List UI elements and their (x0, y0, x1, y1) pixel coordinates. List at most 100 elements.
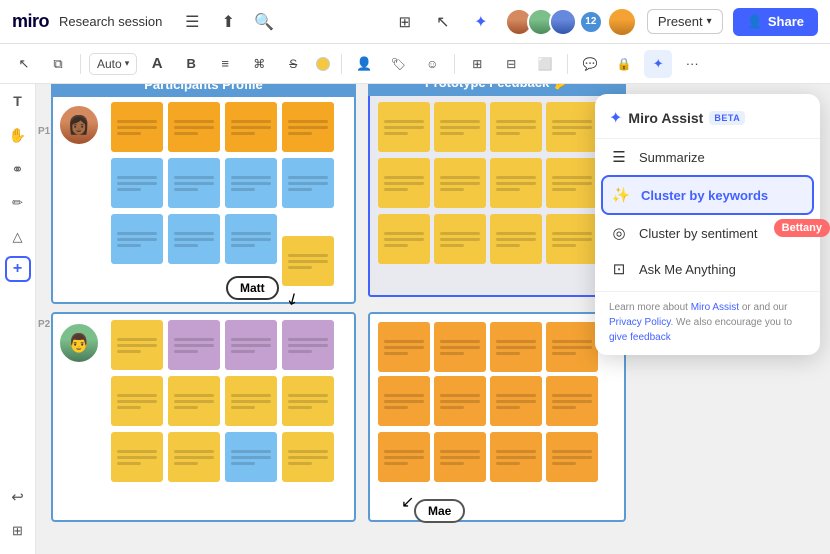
sticky-note[interactable] (490, 322, 542, 372)
sticky-note[interactable] (225, 102, 277, 152)
sticky-note[interactable] (378, 102, 430, 152)
give-feedback-link[interactable]: give feedback (609, 332, 671, 343)
sticky-note[interactable] (282, 320, 334, 370)
ask-icon: ⊡ (609, 260, 629, 278)
p2-avatar: 👨 (58, 322, 100, 364)
sticky-note[interactable] (546, 214, 598, 264)
emoji-button[interactable]: ☺ (418, 50, 446, 78)
text-tool[interactable]: T (3, 86, 33, 116)
tag-button[interactable]: 🏷 (384, 50, 412, 78)
sticky-note[interactable] (378, 322, 430, 372)
bold-button[interactable]: B (177, 50, 205, 78)
cluster-sentiment-item[interactable]: ◎ Cluster by sentiment Bettany (595, 215, 820, 251)
sticky-note[interactable] (168, 432, 220, 482)
sticky-note[interactable] (434, 432, 486, 482)
summarize-item[interactable]: ☰ Summarize (595, 139, 820, 175)
connect-tool[interactable]: ⚭ (3, 154, 33, 184)
table-button[interactable]: ⊞ (463, 50, 491, 78)
divider-1 (80, 54, 81, 74)
assist-logo-icon: ✦ (609, 108, 622, 128)
sticky-note[interactable] (490, 158, 542, 208)
assist-button[interactable]: ✦ (644, 50, 672, 78)
search-icon[interactable]: 🔍 (250, 8, 278, 36)
strikethrough-button[interactable]: S (279, 50, 307, 78)
miro-assist-link[interactable]: Miro Assist (691, 302, 739, 313)
color-picker[interactable] (313, 54, 333, 74)
undo-tool[interactable]: ↩ (3, 482, 33, 512)
sticky-note[interactable] (546, 376, 598, 426)
sticky-note[interactable] (282, 432, 334, 482)
sticky-note[interactable] (282, 102, 334, 152)
sticky-note[interactable] (111, 320, 163, 370)
sticky-note[interactable] (546, 432, 598, 482)
upload-icon[interactable]: ⬆ (214, 8, 242, 36)
navbar-right: ⊞ ↖ ✦ 12 Present ▾ 👤 Share (391, 7, 818, 37)
grid-tool[interactable]: ⊞ (3, 516, 33, 546)
sticky-note[interactable] (282, 376, 334, 426)
sticky-note[interactable] (490, 214, 542, 264)
sticky-note[interactable] (490, 102, 542, 152)
sticky-note[interactable] (111, 432, 163, 482)
grid-view-icon[interactable]: ⊞ (391, 8, 419, 36)
sticky-note[interactable] (490, 376, 542, 426)
sticky-note[interactable] (168, 376, 220, 426)
person-button[interactable]: 👤 (350, 50, 378, 78)
hand-tool[interactable]: ✋ (3, 120, 33, 150)
sticky-note[interactable] (282, 236, 334, 286)
sticky-note[interactable] (546, 102, 598, 152)
font-size-dropdown[interactable]: Auto ▾ (89, 53, 137, 75)
sticky-note[interactable] (225, 158, 277, 208)
sticky-note[interactable] (546, 158, 598, 208)
sticky-note[interactable] (225, 376, 277, 426)
sticky-note[interactable] (111, 102, 163, 152)
sticky-note[interactable] (378, 432, 430, 482)
sticky-note[interactable] (225, 214, 277, 264)
frame-button[interactable]: ⬜ (531, 50, 559, 78)
link-button[interactable]: ⌘ (245, 50, 273, 78)
sticky-note[interactable] (546, 322, 598, 372)
sticky-note[interactable] (225, 432, 277, 482)
grid-button[interactable]: ⊟ (497, 50, 525, 78)
sticky-note[interactable] (168, 320, 220, 370)
sticky-note[interactable] (378, 158, 430, 208)
sticky-note[interactable] (111, 214, 163, 264)
lock-button[interactable]: 🔒 (610, 50, 638, 78)
sticky-note[interactable] (168, 158, 220, 208)
sticky-note[interactable] (282, 158, 334, 208)
cursor-icon[interactable]: ↖ (429, 8, 457, 36)
sticky-note[interactable] (225, 320, 277, 370)
speech-button[interactable]: 💬 (576, 50, 604, 78)
shape-tool[interactable]: △ (3, 222, 33, 252)
present-button[interactable]: Present ▾ (647, 9, 723, 34)
sticky-note[interactable] (434, 158, 486, 208)
align-button[interactable]: ≡ (211, 50, 239, 78)
menu-icon[interactable]: ☰ (178, 8, 206, 36)
sticky-note[interactable] (378, 214, 430, 264)
sticky-note[interactable] (490, 432, 542, 482)
add-tool[interactable]: + (5, 256, 31, 282)
assist-header: ✦ Miro Assist BETA (595, 108, 820, 139)
sticky-note[interactable] (434, 322, 486, 372)
sticky-note[interactable] (168, 214, 220, 264)
font-family-button[interactable]: A (143, 50, 171, 78)
sticky-note[interactable] (434, 214, 486, 264)
more-button[interactable]: ··· (678, 50, 706, 78)
magic-icon[interactable]: ✦ (467, 8, 495, 36)
sticky-note[interactable] (434, 376, 486, 426)
sticky-note[interactable] (168, 102, 220, 152)
sticky-note[interactable] (378, 376, 430, 426)
share-button[interactable]: 👤 Share (733, 8, 818, 36)
cluster-keywords-item[interactable]: ✨ Cluster by keywords (601, 175, 814, 215)
board-title[interactable]: Research session (59, 14, 162, 29)
ask-anything-item[interactable]: ⊡ Ask Me Anything (595, 251, 820, 287)
sticky-note[interactable] (111, 158, 163, 208)
pen-tool[interactable]: ✏ (3, 188, 33, 218)
copy-tool[interactable]: ⧉ (44, 50, 72, 78)
sticky-note[interactable] (111, 376, 163, 426)
privacy-policy-link[interactable]: Privacy Policy (609, 317, 671, 328)
sticky-note[interactable] (434, 102, 486, 152)
avatar-3 (549, 8, 577, 36)
avatar-count[interactable]: 12 (579, 10, 603, 34)
cursor-tool[interactable]: ↖ (10, 50, 38, 78)
sentiment-icon: ◎ (609, 224, 629, 242)
